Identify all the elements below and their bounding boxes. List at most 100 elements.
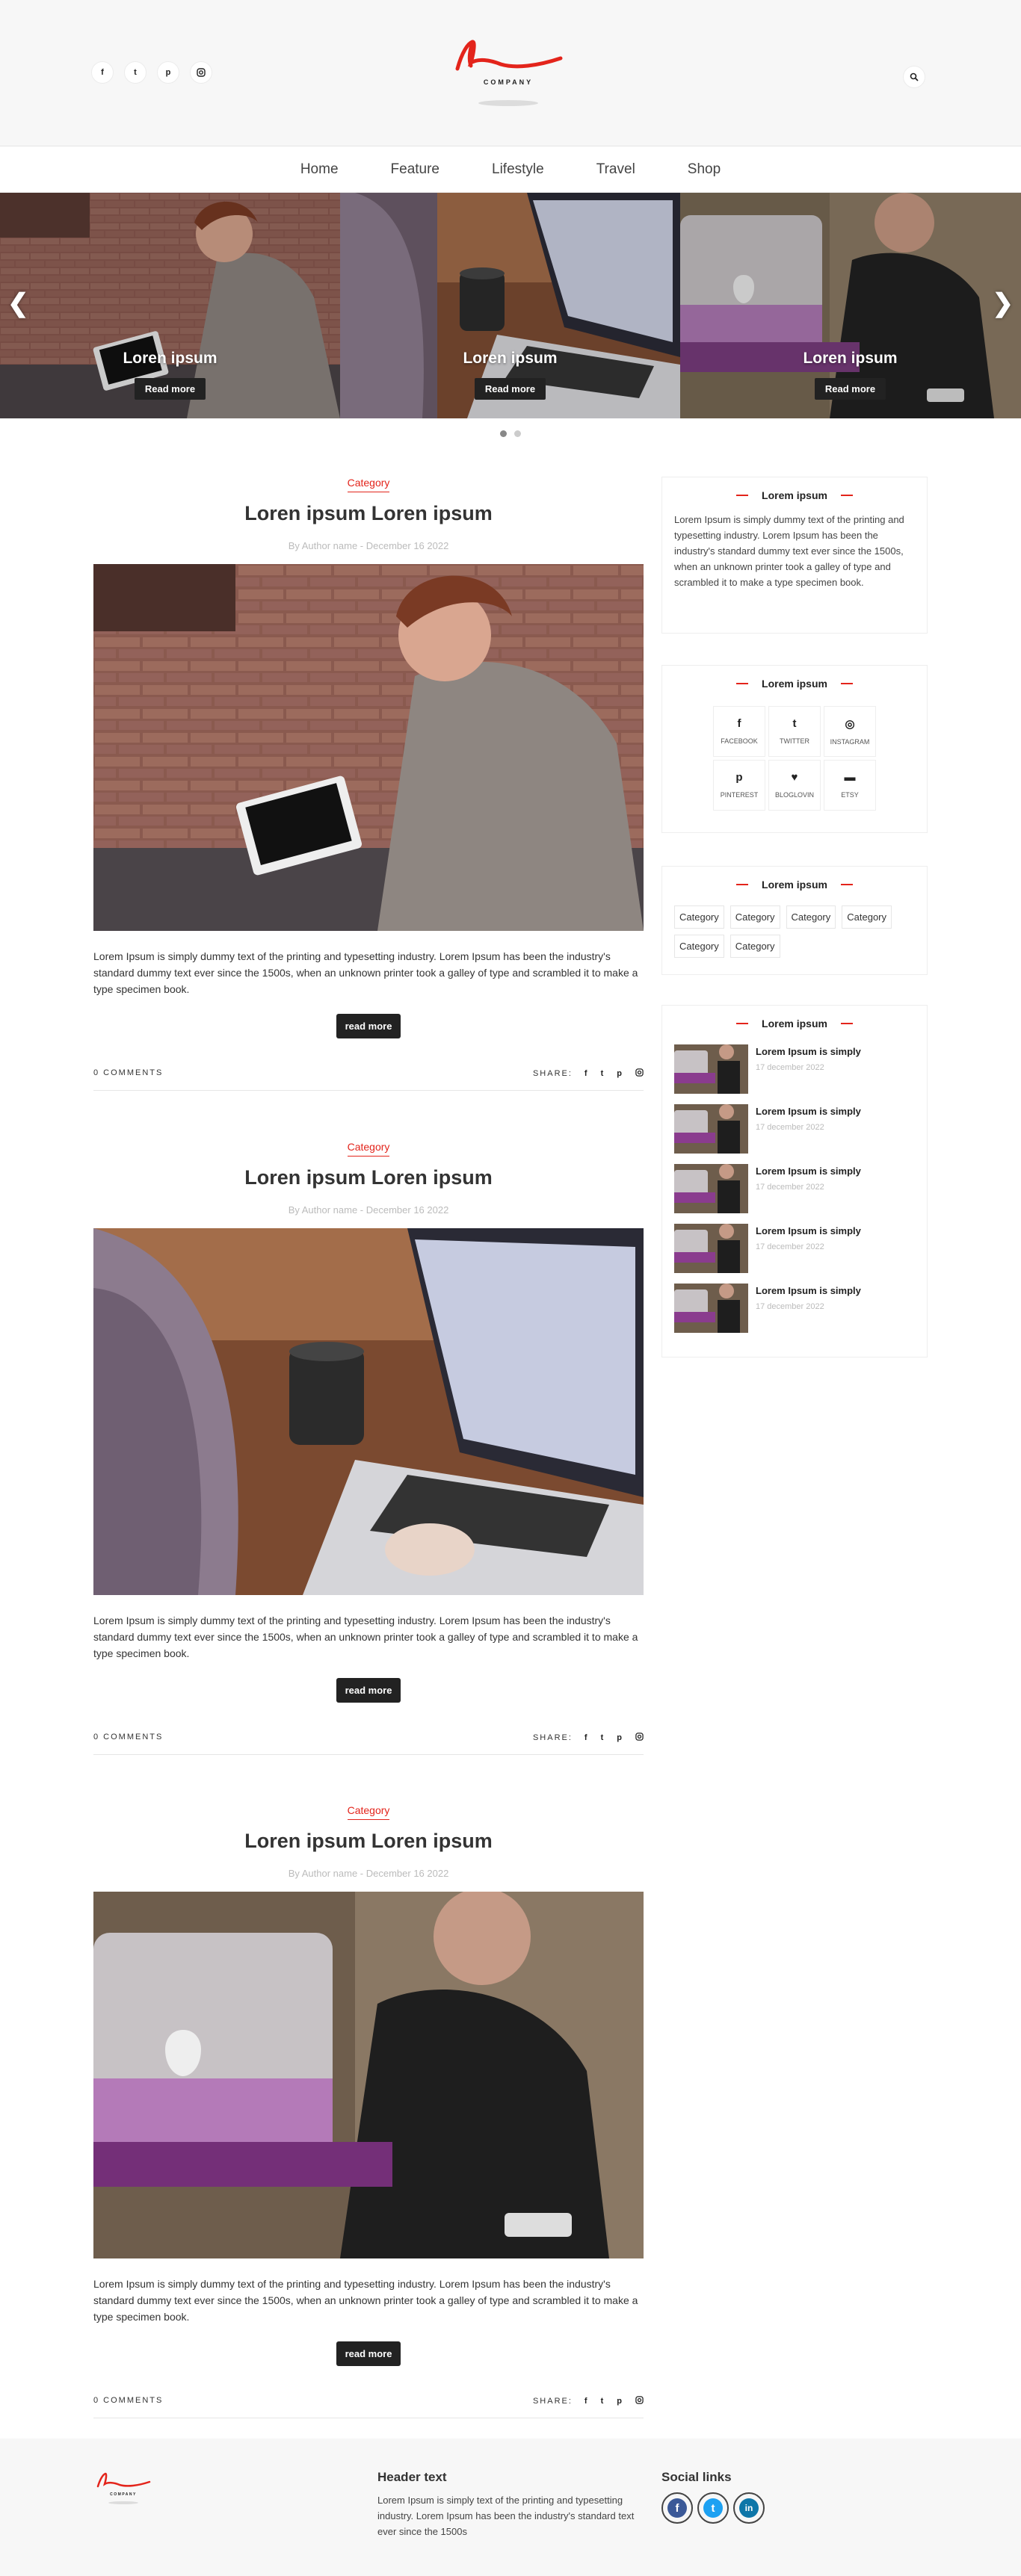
read-more-button[interactable]: Read more: [474, 378, 546, 400]
category-tag[interactable]: Category: [674, 905, 724, 929]
pinterest-icon: p: [735, 771, 743, 784]
nav-home[interactable]: Home: [300, 161, 339, 178]
pinterest-icon[interactable]: p: [617, 2397, 623, 2406]
post-image[interactable]: [93, 1892, 644, 2258]
slide-caption: Loren ipsum Read more: [0, 350, 340, 400]
linkedin-icon[interactable]: in: [733, 2492, 765, 2524]
post-category[interactable]: Category: [93, 1141, 644, 1157]
widget-title: Lorem ipsum: [662, 489, 927, 501]
site-footer: COMPANY Header text Lorem Ipsum is simpl…: [0, 2439, 1021, 2576]
recent-post-title: Lorem Ipsum is simply: [756, 1046, 861, 1057]
read-more-button[interactable]: read more: [336, 2341, 401, 2366]
follow-bloglovin[interactable]: ♥ BLOGLOVIN: [768, 760, 821, 811]
blog-post: Category Loren ipsum Loren ipsum By Auth…: [93, 1141, 644, 1755]
recent-post-thumbnail: [674, 1284, 748, 1333]
twitter-icon[interactable]: t: [601, 1733, 605, 1742]
post-title[interactable]: Loren ipsum Loren ipsum: [93, 1830, 644, 1853]
nav-feature[interactable]: Feature: [391, 161, 439, 178]
recent-post-item[interactable]: Lorem Ipsum is simply 17 december 2022: [662, 1104, 927, 1154]
post-meta: By Author name - December 16 2022: [288, 540, 449, 551]
twitter-icon[interactable]: t: [601, 2397, 605, 2406]
read-more-button[interactable]: Read more: [814, 378, 886, 400]
widget-title: Lorem ipsum: [662, 1018, 927, 1030]
search-icon[interactable]: [903, 66, 925, 88]
slider-dots: [0, 418, 1021, 448]
slider-dot[interactable]: [514, 430, 521, 437]
post-footer: 0 COMMENTS SHARE: f t p: [93, 1733, 644, 1755]
facebook-icon[interactable]: f: [584, 2397, 589, 2406]
nav-travel[interactable]: Travel: [596, 161, 635, 178]
recent-post-date: 17 december 2022: [756, 1242, 824, 1251]
comments-link[interactable]: 0 COMMENTS: [93, 2396, 163, 2405]
blog-post: Category Loren ipsum Loren ipsum By Auth…: [93, 1804, 644, 2418]
facebook-icon[interactable]: f: [584, 1733, 589, 1742]
facebook-icon[interactable]: f: [91, 61, 114, 84]
widget-title: Lorem ipsum: [662, 678, 927, 690]
recent-post-date: 17 december 2022: [756, 1183, 824, 1192]
post-footer: 0 COMMENTS SHARE: f t p: [93, 2396, 644, 2418]
read-more-button[interactable]: read more: [336, 1014, 401, 1038]
slider-next-arrow[interactable]: ❯: [993, 288, 1014, 318]
facebook-icon[interactable]: f: [584, 1069, 589, 1078]
nav-lifestyle[interactable]: Lifestyle: [492, 161, 544, 178]
instagram-icon[interactable]: [190, 61, 212, 84]
footer-logo[interactable]: COMPANY: [93, 2468, 153, 2513]
instagram-icon[interactable]: [635, 2396, 644, 2406]
recent-post-item[interactable]: Lorem Ipsum is simply 17 december 2022: [662, 1284, 927, 1333]
twitter-icon: t: [792, 717, 797, 730]
recent-post-title: Lorem Ipsum is simply: [756, 1285, 861, 1296]
post-category[interactable]: Category: [93, 477, 644, 492]
recent-post-thumbnail: [674, 1224, 748, 1273]
recent-post-title: Lorem Ipsum is simply: [756, 1106, 861, 1117]
follow-pinterest[interactable]: p PINTEREST: [713, 760, 765, 811]
post-title[interactable]: Loren ipsum Loren ipsum: [93, 502, 644, 525]
post-image[interactable]: [93, 564, 644, 931]
pinterest-icon[interactable]: p: [157, 61, 179, 84]
recent-post-thumbnail: [674, 1164, 748, 1213]
follow-etsy[interactable]: ▬ ETSY: [824, 760, 876, 811]
category-tag[interactable]: Category: [729, 905, 780, 929]
recent-post-thumbnail: [674, 1104, 748, 1154]
footer-logo-text: COMPANY: [110, 2492, 137, 2497]
sidebar-categories-widget: Lorem ipsum Category Category Category C…: [661, 866, 928, 975]
category-tag[interactable]: Category: [842, 905, 892, 929]
category-tag[interactable]: Category: [729, 935, 780, 958]
heart-icon: ♥: [791, 771, 798, 784]
logo-text: COMPANY: [484, 78, 533, 86]
share-bar: SHARE: f t p: [533, 2396, 644, 2406]
slider-dot-active[interactable]: [500, 430, 507, 437]
twitter-icon[interactable]: t: [601, 1069, 605, 1078]
slide-caption: Loren ipsum Read more: [340, 350, 680, 400]
comments-link[interactable]: 0 COMMENTS: [93, 1733, 163, 1741]
follow-twitter[interactable]: t TWITTER: [768, 706, 821, 757]
recent-post-item[interactable]: Lorem Ipsum is simply 17 december 2022: [662, 1224, 927, 1273]
comments-link[interactable]: 0 COMMENTS: [93, 1068, 163, 1077]
instagram-icon[interactable]: [635, 1068, 644, 1079]
slide: Loren ipsum Read more: [340, 193, 680, 418]
post-category[interactable]: Category: [93, 1804, 644, 1820]
follow-facebook[interactable]: f FACEBOOK: [713, 706, 765, 757]
nav-shop[interactable]: Shop: [688, 161, 721, 178]
slide-title: Loren ipsum: [463, 350, 558, 367]
post-excerpt: Lorem Ipsum is simply dummy text of the …: [93, 1614, 638, 1659]
recent-post-item[interactable]: Lorem Ipsum is simply 17 december 2022: [662, 1044, 927, 1094]
follow-label: FACEBOOK: [721, 737, 758, 745]
post-image[interactable]: [93, 1228, 644, 1595]
read-more-button[interactable]: Read more: [134, 378, 206, 400]
share-label: SHARE:: [532, 1733, 573, 1742]
follow-instagram[interactable]: ◎ INSTAGRAM: [824, 706, 876, 757]
pinterest-icon[interactable]: p: [617, 1069, 623, 1078]
twitter-icon[interactable]: t: [124, 61, 146, 84]
company-logo[interactable]: COMPANY: [448, 30, 568, 112]
post-excerpt: Lorem Ipsum is simply dummy text of the …: [93, 950, 638, 995]
post-title[interactable]: Loren ipsum Loren ipsum: [93, 1166, 644, 1189]
category-tag[interactable]: Category: [674, 935, 724, 958]
read-more-button[interactable]: read more: [336, 1678, 401, 1703]
category-tag[interactable]: Category: [786, 905, 836, 929]
pinterest-icon[interactable]: p: [617, 1733, 623, 1742]
slider-prev-arrow[interactable]: ❮: [7, 288, 29, 318]
recent-post-item[interactable]: Lorem Ipsum is simply 17 december 2022: [662, 1164, 927, 1213]
facebook-icon[interactable]: f: [661, 2492, 693, 2524]
twitter-icon[interactable]: t: [697, 2492, 729, 2524]
instagram-icon[interactable]: [635, 1733, 644, 1743]
